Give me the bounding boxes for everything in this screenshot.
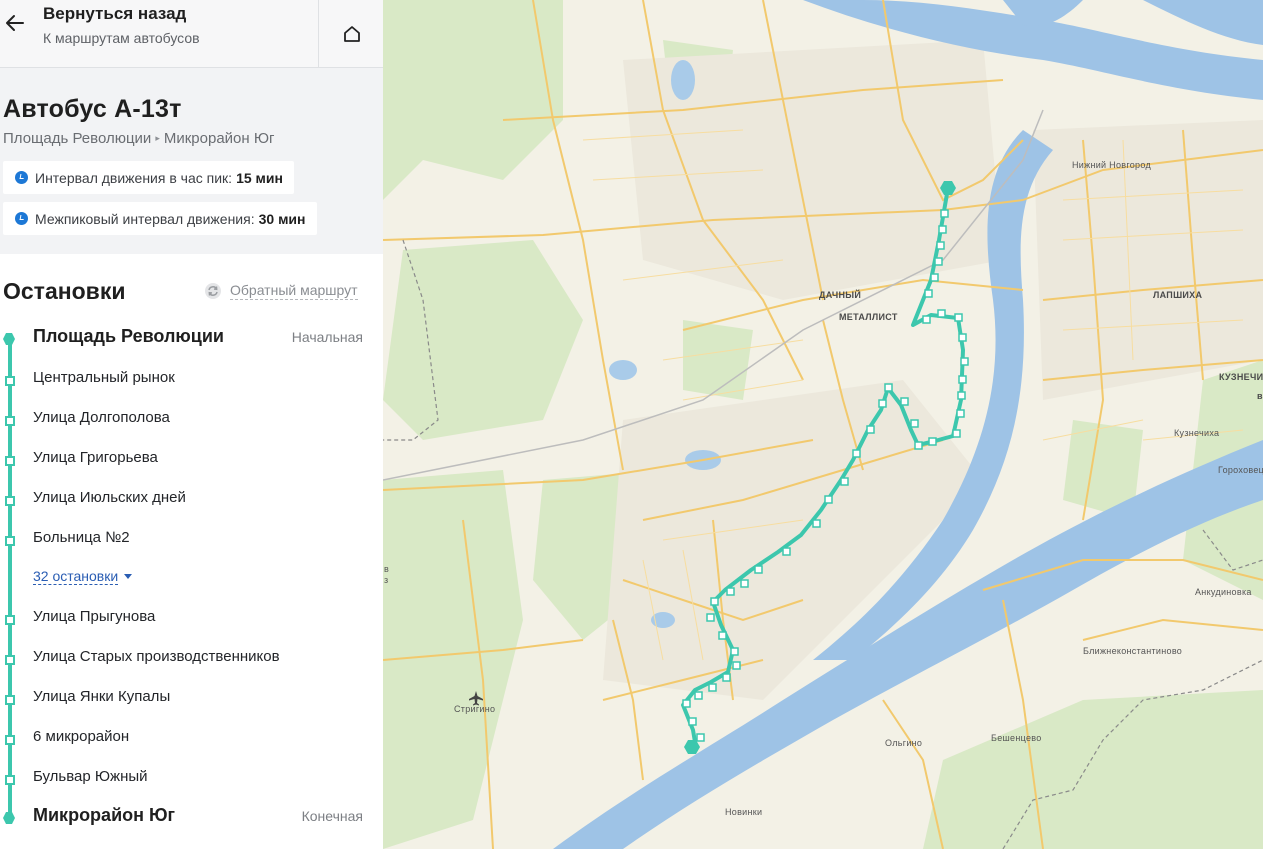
stop-marker-icon	[5, 735, 15, 745]
home-icon	[343, 25, 360, 42]
back-link[interactable]: Вернуться назад	[43, 4, 186, 24]
map-label-place: Ближнеконстантиново	[1083, 646, 1183, 656]
stop-item[interactable]: Больница №2	[0, 527, 383, 557]
clock-icon	[15, 171, 28, 184]
map-label-district: КУЗНЕЧИ	[1219, 372, 1263, 382]
refresh-icon	[205, 283, 221, 299]
stop-marker-icon	[5, 416, 15, 426]
peak-interval-label: Интервал движения в час пик:	[35, 169, 233, 186]
stop-item[interactable]: Улица Янки Купалы	[0, 686, 383, 716]
reverse-route-label: Обратный маршрут	[230, 282, 358, 300]
map-label-place: Бешенцево	[991, 733, 1042, 743]
home-button[interactable]	[318, 0, 384, 67]
stop-name: Микрорайон Юг	[33, 805, 176, 825]
stop-tag: Начальная	[291, 329, 363, 345]
end-stop-marker-icon	[3, 812, 15, 824]
map-label-place: Новинки	[725, 807, 763, 817]
offpeak-interval-value: 30 мин	[258, 210, 306, 227]
stop-marker-icon	[5, 655, 15, 665]
stop-item[interactable]: Центральный рынок	[0, 367, 383, 397]
reverse-route-link[interactable]: Обратный маршрут	[204, 282, 358, 300]
stop-name: Центральный рынок	[33, 369, 175, 386]
back-arrow-icon[interactable]	[4, 12, 26, 34]
stop-name: Бульвар Южный	[33, 768, 148, 785]
stop-name: 6 микрорайон	[33, 728, 130, 745]
map-label-place: Ольгино	[885, 738, 923, 748]
stop-marker-icon	[5, 376, 15, 386]
map-label-place: Гороховец	[1218, 465, 1263, 475]
map-label-edge: в	[1257, 391, 1263, 401]
route-title: Автобус А-13т	[3, 95, 182, 123]
expand-stops-toggle[interactable]: 32 остановки	[33, 568, 133, 585]
stop-marker-icon	[5, 775, 15, 785]
stop-name: Площадь Революции	[33, 326, 224, 346]
map-label-edge: в	[384, 564, 390, 574]
stops-heading: Остановки	[3, 278, 126, 304]
stop-item[interactable]: Улица Июльских дней	[0, 487, 383, 517]
end-stop-marker-icon	[684, 740, 700, 754]
route-info-panel: Автобус А-13т Площадь Революции ▸ Микрор…	[0, 68, 383, 254]
stop-name: Больница №2	[33, 529, 130, 546]
stop-item[interactable]: Улица Долгополова	[0, 407, 383, 437]
map-label-place: Кузнечиха	[1174, 428, 1220, 438]
route-from: Площадь Революции	[3, 130, 152, 147]
map-label-edge: з	[384, 575, 389, 585]
top-bar: Вернуться назад К маршрутам автобусов	[0, 0, 383, 68]
stop-marker-icon	[5, 615, 15, 625]
route-map[interactable]: Нижний Новгород ДАЧНЫЙ МЕТАЛЛИСТ ЛАПШИХА…	[383, 0, 1263, 849]
map-label-place: Анкудиновка	[1195, 587, 1252, 597]
stop-item[interactable]: Площадь Революции Начальная	[0, 326, 383, 356]
stop-marker-icon	[5, 536, 15, 546]
stop-name: Улица Старых производственников	[33, 648, 280, 665]
route-path: Площадь Революции ▸ Микрорайон Юг	[3, 130, 274, 147]
stop-item[interactable]: Улица Прыгунова	[0, 606, 383, 636]
arrow-right-icon: ▸	[155, 133, 160, 143]
expand-stops-label: 32 остановки	[33, 568, 119, 585]
stop-name: Улица Янки Купалы	[33, 688, 171, 705]
stop-tag: Конечная	[301, 808, 363, 824]
stop-item[interactable]: Бульвар Южный	[0, 766, 383, 796]
stop-item[interactable]: Микрорайон Юг Конечная	[0, 805, 383, 835]
map-canvas	[383, 0, 1263, 849]
start-stop-marker-icon	[3, 333, 15, 345]
stop-marker-icon	[5, 456, 15, 466]
map-label-district: ДАЧНЫЙ	[819, 290, 862, 300]
sidebar: Вернуться назад К маршрутам автобусов Ав…	[0, 0, 383, 849]
stop-name: Улица Долгополова	[33, 409, 170, 426]
stop-item[interactable]: Улица Григорьева	[0, 447, 383, 477]
clock-icon	[15, 212, 28, 225]
route-to: Микрорайон Юг	[163, 130, 275, 147]
stop-name: Улица Июльских дней	[33, 489, 186, 506]
stop-name: Улица Прыгунова	[33, 608, 156, 625]
back-subtitle: К маршрутам автобусов	[43, 30, 200, 46]
map-label-city: Нижний Новгород	[1072, 160, 1152, 170]
map-label-district: ЛАПШИХА	[1153, 290, 1203, 300]
stop-marker-icon	[5, 695, 15, 705]
map-label-district: МЕТАЛЛИСТ	[839, 312, 898, 322]
peak-interval-value: 15 мин	[236, 169, 283, 186]
map-label-place: Стригино	[454, 704, 496, 714]
stop-item[interactable]: Улица Старых производственников	[0, 646, 383, 676]
offpeak-interval-label: Межпиковый интервал движения:	[35, 210, 255, 227]
stop-item[interactable]: 6 микрорайон	[0, 726, 383, 756]
offpeak-interval-chip: Межпиковый интервал движения: 30 мин	[3, 202, 317, 235]
stop-marker-icon	[5, 496, 15, 506]
chevron-down-icon	[124, 574, 133, 579]
peak-interval-chip: Интервал движения в час пик: 15 мин	[3, 161, 294, 194]
stop-name: Улица Григорьева	[33, 449, 158, 466]
